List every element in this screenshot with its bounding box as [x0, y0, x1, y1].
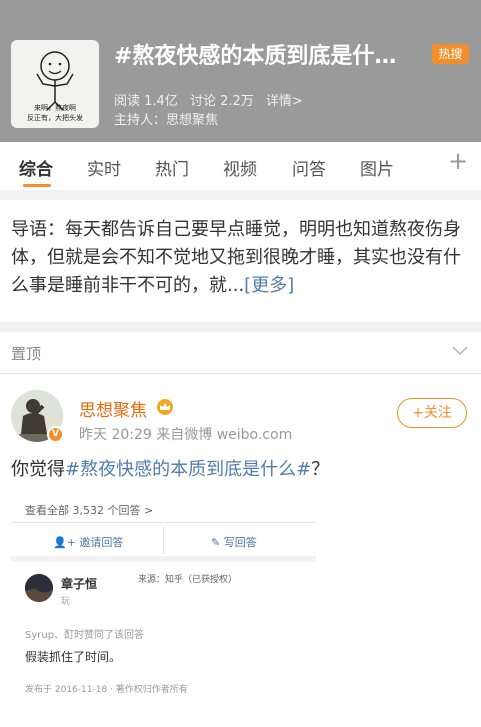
- host-label[interactable]: 主持人：思想聚焦: [114, 109, 218, 128]
- crown-icon[interactable]: [156, 399, 174, 415]
- tab-qa[interactable]: 问答: [292, 155, 326, 180]
- discussion-count: 讨论 2.2万: [189, 94, 254, 109]
- card-button-separator: [163, 526, 164, 554]
- write-answer-label: 写回答: [223, 536, 257, 549]
- tab-hot[interactable]: 热门: [155, 155, 189, 180]
- tab-images[interactable]: 图片: [360, 155, 394, 180]
- pinned-header[interactable]: 置顶: [0, 332, 481, 374]
- answerer-name[interactable]: 章子恒: [61, 575, 97, 592]
- read-count: 阅读 1.4亿: [114, 94, 178, 109]
- chevron-down-icon[interactable]: [451, 344, 469, 356]
- topic-header: 来啊，熬夜啊 反正有，大把头发 #熬夜快感的本质到底是什… 热搜 阅读 1.4亿…: [0, 0, 481, 142]
- topic-cover-image[interactable]: 来啊，熬夜啊 反正有，大把头发: [11, 40, 99, 128]
- add-user-icon: 👤+: [53, 536, 76, 549]
- tab-comprehensive[interactable]: 综合: [19, 155, 53, 180]
- cover-caption-line1: 来啊，熬夜啊: [34, 104, 76, 112]
- post-text-prefix: 你觉得: [11, 459, 65, 480]
- embedded-answer-card[interactable]: 查看全部 3,532 个回答 > 👤+ 邀请回答 ✎ 写回答 章子恒 玩 来源：…: [11, 494, 316, 714]
- tab-realtime[interactable]: 实时: [87, 155, 121, 180]
- topic-title: #熬夜快感的本质到底是什…: [114, 44, 397, 69]
- post-hashtag[interactable]: #熬夜快感的本质到底是什么#: [65, 459, 311, 480]
- landscape-avatar-icon: [25, 574, 53, 602]
- post-meta: 昨天 20:29 来自微博 weibo.com: [79, 424, 292, 444]
- post-time: 昨天 20:29: [79, 427, 152, 443]
- edit-icon: ✎: [211, 536, 221, 549]
- card-divider: [11, 522, 316, 523]
- tab-bar: 综合 实时 热门 视频 问答 图片 +: [0, 142, 481, 190]
- answer-footer: 发布于 2016-11-18 · 著作权归作者所有: [25, 685, 188, 695]
- tab-video[interactable]: 视频: [223, 155, 257, 180]
- follow-button[interactable]: +关注: [397, 398, 467, 428]
- author-name[interactable]: 思想聚焦: [79, 396, 147, 421]
- post-source: 来自微博 weibo.com: [156, 427, 293, 443]
- intro-text: 导语：每天都告诉自己要早点睡觉，明明也知道熬夜伤身体，但就是会不知不觉地又拖到很…: [11, 219, 461, 296]
- verified-v-icon: V: [47, 426, 64, 443]
- write-answer-button[interactable]: ✎ 写回答: [211, 534, 257, 550]
- liked-by-text: Syrup、酊时赞同了该回答: [25, 630, 145, 641]
- intro-more-link[interactable]: [更多]: [244, 275, 294, 296]
- post-text: 你觉得#熬夜快感的本质到底是什么#？: [11, 455, 329, 481]
- post-text-suffix: ？: [311, 459, 330, 480]
- invite-answer-button[interactable]: 👤+ 邀请回答: [53, 534, 123, 550]
- answerer-avatar[interactable]: [25, 574, 53, 602]
- cover-caption-line2: 反正有，大把头发: [27, 114, 83, 122]
- plus-icon[interactable]: +: [448, 147, 468, 175]
- details-link[interactable]: 详情>: [266, 94, 303, 109]
- answer-body: 假装抓住了时间。: [25, 650, 122, 664]
- section-divider: [0, 322, 481, 332]
- active-tab-indicator: [23, 184, 51, 187]
- topic-intro: 导语：每天都告诉自己要早点睡觉，明明也知道熬夜伤身体，但就是会不知不觉地又拖到很…: [11, 216, 471, 300]
- hot-search-badge: 热搜: [432, 44, 469, 64]
- section-divider: [0, 190, 481, 200]
- view-all-answers-link[interactable]: 查看全部 3,532 个回答 >: [25, 502, 153, 518]
- answer-source: 来源：知乎（已获授权）: [138, 575, 238, 585]
- card-section-gap: [11, 556, 316, 562]
- invite-answer-label: 邀请回答: [79, 536, 124, 549]
- pinned-label: 置顶: [11, 345, 42, 363]
- topic-stats: 阅读 1.4亿 讨论 2.2万 详情>: [114, 90, 311, 109]
- answerer-bio: 玩: [61, 597, 71, 607]
